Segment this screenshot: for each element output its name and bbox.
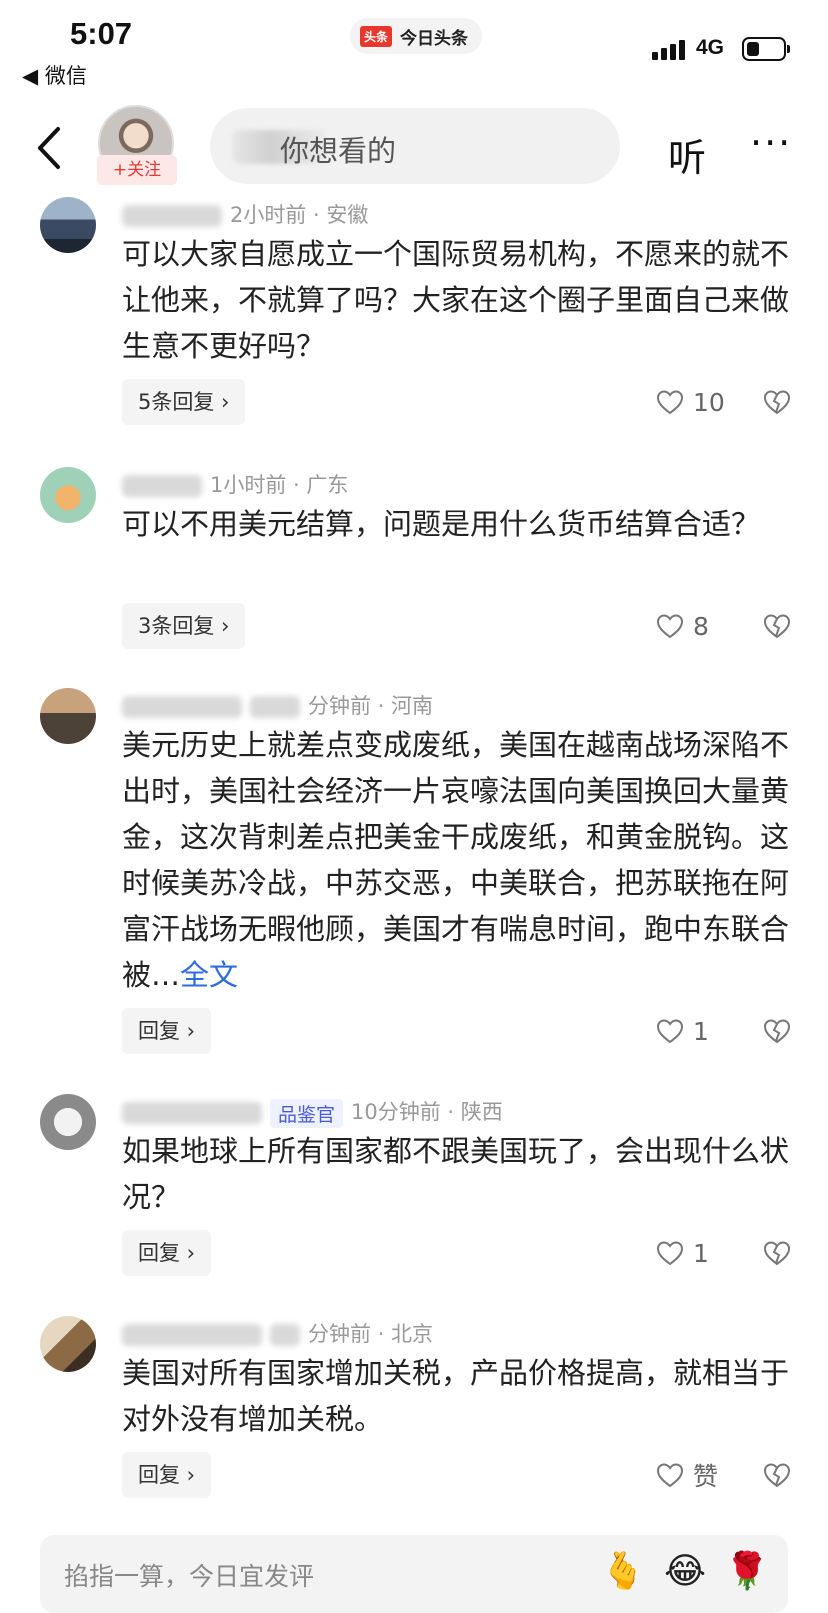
search-input[interactable]: 你想看的: [210, 108, 620, 184]
comment-text: 美国对所有国家增加关税，产品价格提高，就相当于对外没有增加关税。: [122, 1356, 790, 1436]
comment-meta: 品鉴官 10分钟前 · 陕西: [122, 1096, 503, 1128]
broken-heart-icon: [763, 614, 791, 639]
expand-full-text-link[interactable]: 全文: [180, 958, 238, 992]
comment-text: 可以大家自愿成立一个国际贸易机构，不愿来的就不让他来，不就算了吗？大家在这个圈子…: [122, 237, 790, 363]
dislike-button[interactable]: [762, 1008, 792, 1054]
more-button[interactable]: ···: [750, 121, 792, 165]
app-logo-icon: 头条: [360, 25, 393, 47]
like-button[interactable]: 1: [655, 1230, 709, 1276]
like-count: 8: [693, 611, 709, 641]
like-count: 1: [693, 1238, 709, 1268]
reply-button[interactable]: 3条回复 ›: [122, 603, 246, 649]
rose-emoji-icon[interactable]: 🌹: [724, 1549, 770, 1595]
comment-meta: 2小时前 · 安徽: [122, 199, 368, 229]
back-button[interactable]: [30, 123, 70, 173]
broken-heart-icon: [763, 1463, 791, 1488]
heart-icon: [656, 614, 684, 639]
laughing-emoji-icon[interactable]: 😂: [662, 1549, 708, 1595]
like-button[interactable]: 8: [655, 603, 709, 649]
chevron-left-icon: [38, 127, 60, 169]
commenter-avatar[interactable]: [40, 467, 96, 523]
reply-button[interactable]: 回复 ›: [122, 1452, 212, 1498]
commenter-avatar[interactable]: [40, 197, 96, 253]
reply-button[interactable]: 回复 ›: [122, 1230, 212, 1276]
network-type: 4G: [696, 36, 725, 59]
finger-heart-emoji-icon[interactable]: 🫰: [600, 1549, 646, 1595]
comment-text: 美元历史上就差点变成废纸，美国在越南战场深陷不出时，美国社会经济一片哀嚎法国向美…: [122, 728, 790, 992]
status-bar: 5:07 ◀ 微信 头条 今日头条 4G: [0, 0, 828, 90]
status-time: 5:07: [70, 16, 133, 51]
heart-icon: [656, 1241, 684, 1266]
search-placeholder: 你想看的: [280, 134, 397, 168]
like-button[interactable]: 10: [655, 379, 725, 425]
heart-icon: [656, 1463, 684, 1488]
commenter-avatar[interactable]: [40, 688, 96, 744]
like-count: 10: [693, 387, 725, 417]
broken-heart-icon: [763, 1241, 791, 1266]
heart-icon: [656, 1019, 684, 1044]
broken-heart-icon: [763, 390, 791, 415]
like-count: 赞: [693, 1462, 719, 1491]
signal-icon: [652, 38, 685, 60]
comment-input[interactable]: 掐指一算，今日宜发评 🫰 😂 🌹: [40, 1535, 788, 1613]
comment-meta: 1小时前 · 广东: [122, 469, 348, 499]
commenter-avatar[interactable]: [40, 1094, 96, 1150]
back-to-wechat[interactable]: ◀ 微信: [22, 60, 87, 90]
comment-text: 可以不用美元结算，问题是用什么货币结算合适？: [122, 507, 761, 541]
comment-meta: 分钟前 · 河南: [122, 690, 433, 720]
comment-meta: 分钟前 · 北京: [122, 1318, 433, 1348]
heart-icon: [656, 390, 684, 415]
reply-button[interactable]: 5条回复 ›: [122, 379, 246, 425]
connoisseur-badge: 品鉴官: [270, 1098, 344, 1128]
reply-button[interactable]: 回复 ›: [122, 1008, 212, 1054]
like-button[interactable]: 赞: [655, 1452, 718, 1498]
dislike-button[interactable]: [762, 1452, 792, 1498]
top-nav: +关注 你想看的 听 ···: [0, 95, 828, 205]
broken-heart-icon: [763, 1019, 791, 1044]
dislike-button[interactable]: [762, 603, 792, 649]
like-button[interactable]: 1: [655, 1008, 709, 1054]
app-name: 今日头条: [400, 28, 469, 49]
dislike-button[interactable]: [762, 1230, 792, 1276]
listen-button[interactable]: 听: [668, 127, 706, 182]
comment-text: 如果地球上所有国家都不跟美国玩了，会出现什么状况？: [122, 1134, 790, 1214]
app-indicator: 头条 今日头条: [350, 18, 483, 54]
comment-input-placeholder: 掐指一算，今日宜发评: [64, 1562, 315, 1591]
battery-icon: [742, 37, 790, 61]
dislike-button[interactable]: [762, 379, 792, 425]
like-count: 1: [693, 1016, 709, 1046]
commenter-avatar[interactable]: [40, 1316, 96, 1372]
follow-button[interactable]: +关注: [97, 155, 177, 185]
